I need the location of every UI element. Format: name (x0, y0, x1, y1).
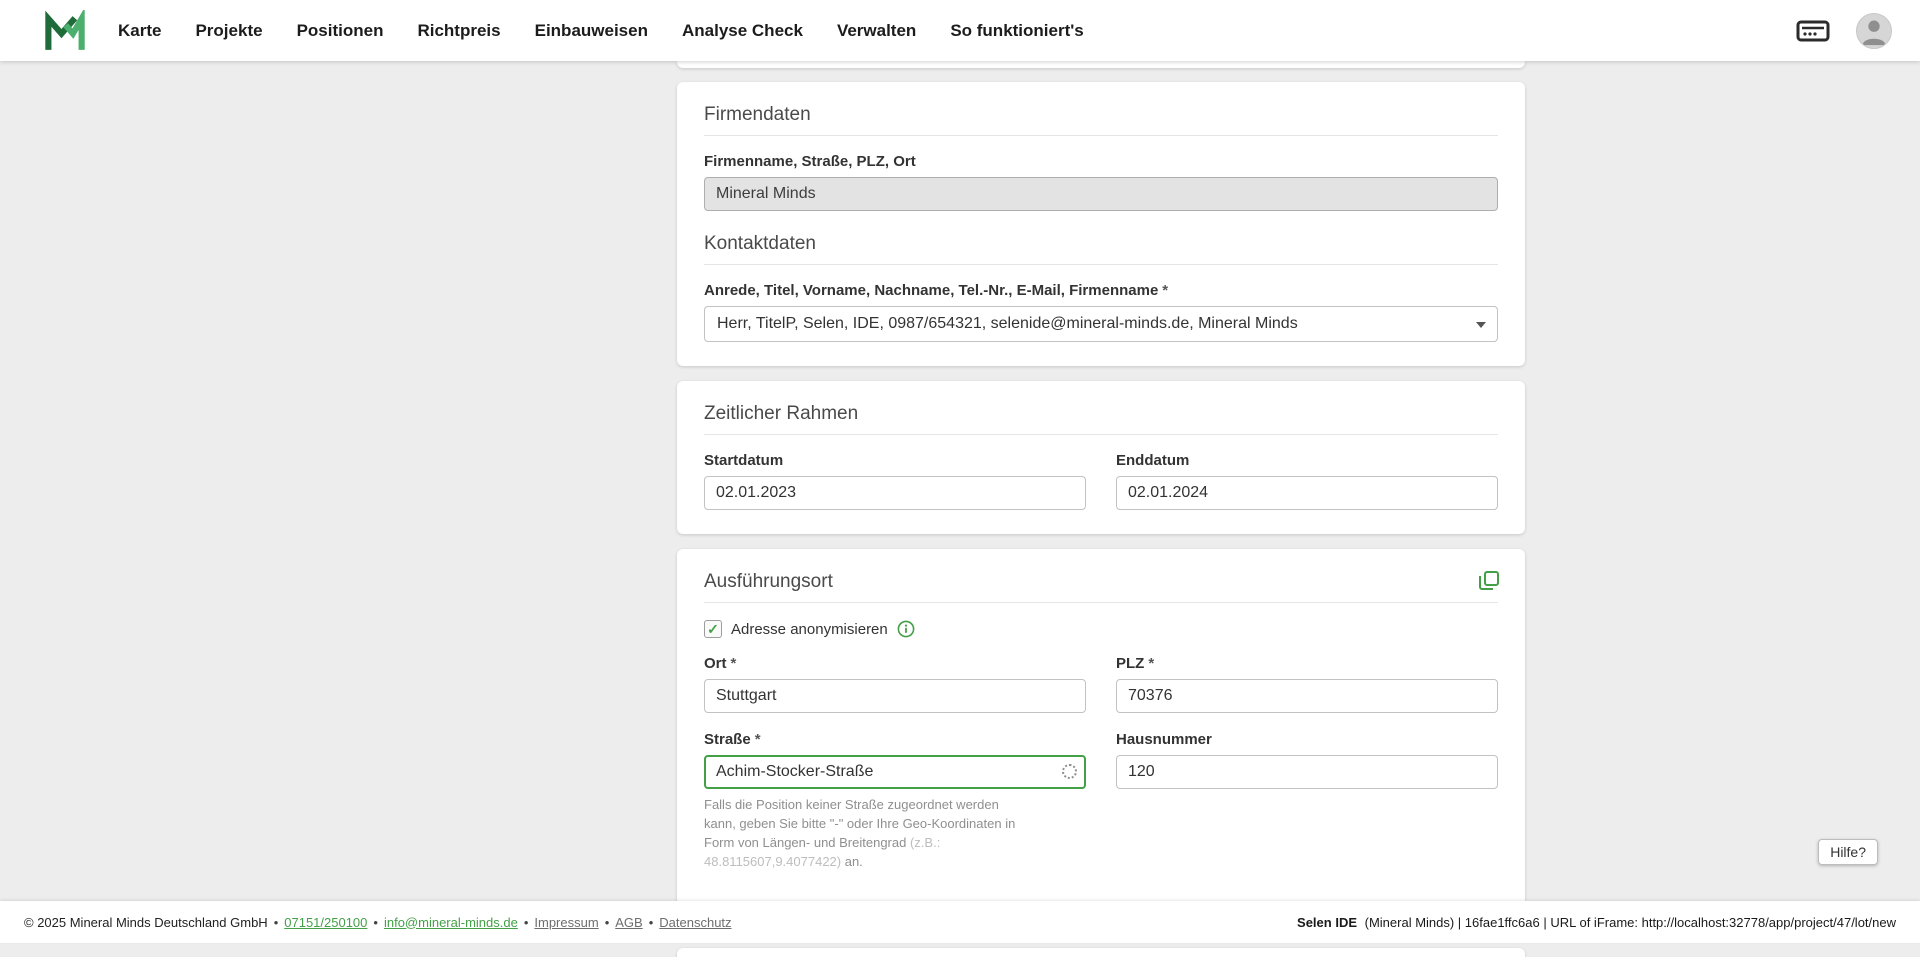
footer-app-name: Selen IDE (1297, 915, 1357, 930)
company-field-label: Firmenname, Straße, PLZ, Ort (704, 153, 1498, 170)
required-asterisk: * (1162, 282, 1168, 299)
terminal-icon[interactable] (1796, 18, 1830, 44)
chevron-down-icon (1476, 322, 1486, 328)
nav-item-positionen[interactable]: Positionen (297, 21, 384, 41)
footer-impressum-link[interactable]: Impressum (534, 915, 598, 930)
footer-left: © 2025 Mineral Minds Deutschland GmbH • … (24, 915, 732, 930)
contact-field-label: Anrede, Titel, Vorname, Nachname, Tel.-N… (704, 282, 1498, 299)
separator-dot: • (373, 915, 378, 930)
previous-card-fragment (677, 61, 1525, 68)
anonymize-checkbox-label: Adresse anonymisieren (731, 621, 888, 638)
footer: © 2025 Mineral Minds Deutschland GmbH • … (0, 901, 1920, 943)
city-label-text: Ort (704, 655, 727, 672)
nav-item-so-funktionierts[interactable]: So funktioniert's (950, 21, 1083, 41)
startdate-field: Startdatum (704, 452, 1086, 510)
footer-phone-link[interactable]: 07151/250100 (284, 915, 367, 930)
top-navigation: Karte Projekte Positionen Richtpreis Ein… (0, 0, 1920, 61)
separator-dot: • (649, 915, 654, 930)
footer-agb-link[interactable]: AGB (615, 915, 642, 930)
required-asterisk: * (731, 655, 737, 672)
street-input-wrap (704, 755, 1086, 789)
city-input[interactable] (704, 679, 1086, 713)
contact-field-label-text: Anrede, Titel, Vorname, Nachname, Tel.-N… (704, 282, 1158, 299)
divider (704, 264, 1498, 265)
separator-dot: • (274, 915, 279, 930)
section-title-ausfuehrungsort: Ausführungsort (704, 571, 1498, 593)
city-label: Ort * (704, 655, 1086, 672)
startdate-label: Startdatum (704, 452, 1086, 469)
section-title-zeitlicher-rahmen: Zeitlicher Rahmen (704, 403, 1498, 425)
person-icon (1857, 13, 1891, 48)
required-asterisk: * (1148, 655, 1154, 672)
company-contact-card: Firmendaten Firmenname, Straße, PLZ, Ort… (677, 82, 1525, 366)
street-field: Straße * Falls die Position keiner Straß… (704, 731, 1086, 885)
help-button[interactable]: Hilfe? (1818, 839, 1878, 865)
nav-right-controls (1796, 13, 1892, 49)
nav-item-karte[interactable]: Karte (118, 21, 161, 41)
startdate-label-text: Startdatum (704, 452, 783, 469)
mineral-minds-logo[interactable] (44, 10, 86, 52)
zip-input[interactable] (1116, 679, 1498, 713)
housenumber-input[interactable] (1116, 755, 1498, 789)
enddate-field: Enddatum (1116, 452, 1498, 510)
street-label-text: Straße (704, 731, 751, 748)
footer-datenschutz-link[interactable]: Datenschutz (659, 915, 731, 930)
housenumber-label-text: Hausnummer (1116, 731, 1212, 748)
footer-debug-info: Selen IDE (Mineral Minds) | 16fae1ffc6a6… (1297, 915, 1896, 930)
housenumber-label: Hausnummer (1116, 731, 1498, 748)
divider (704, 434, 1498, 435)
nav-item-analyse-check[interactable]: Analyse Check (682, 21, 803, 41)
street-hint-text: Falls die Position keiner Straße zugeord… (704, 797, 1015, 850)
startdate-input[interactable] (704, 476, 1086, 510)
company-field-label-text: Firmenname, Straße, PLZ, Ort (704, 153, 916, 170)
section-title-kontaktdaten: Kontaktdaten (704, 233, 1498, 255)
city-field: Ort * (704, 655, 1086, 713)
user-avatar[interactable] (1856, 13, 1892, 49)
anonymize-address-row: ✓ Adresse anonymisieren (704, 620, 1498, 638)
nav-item-einbauweisen[interactable]: Einbauweisen (535, 21, 648, 41)
main-menu: Karte Projekte Positionen Richtpreis Ein… (118, 21, 1084, 41)
form-content-column: Firmendaten Firmenname, Straße, PLZ, Ort… (677, 61, 1525, 957)
separator-dot: • (605, 915, 610, 930)
contact-select-value: Herr, TitelP, Selen, IDE, 0987/654321, s… (717, 315, 1298, 333)
enddate-label: Enddatum (1116, 452, 1498, 469)
divider (704, 602, 1498, 603)
info-icon[interactable] (897, 620, 915, 638)
housenumber-field: Hausnummer (1116, 731, 1498, 789)
zip-label: PLZ * (1116, 655, 1498, 672)
check-icon: ✓ (707, 622, 719, 636)
anonymize-checkbox[interactable]: ✓ (704, 620, 722, 638)
section-title-firmendaten: Firmendaten (704, 104, 1498, 126)
copy-icon[interactable] (1477, 569, 1501, 593)
divider (704, 135, 1498, 136)
timeframe-card: Zeitlicher Rahmen Startdatum Enddatum (677, 381, 1525, 534)
street-label: Straße * (704, 731, 1086, 748)
nav-item-verwalten[interactable]: Verwalten (837, 21, 916, 41)
enddate-input[interactable] (1116, 476, 1498, 510)
nav-item-projekte[interactable]: Projekte (195, 21, 262, 41)
loading-spinner-icon (1062, 764, 1077, 779)
footer-debug-text: (Mineral Minds) | 16fae1ffc6a6 | URL of … (1365, 915, 1896, 930)
footer-email-link[interactable]: info@mineral-minds.de (384, 915, 518, 930)
street-input[interactable] (704, 755, 1086, 789)
nav-item-richtpreis[interactable]: Richtpreis (417, 21, 500, 41)
next-card-fragment (677, 948, 1525, 957)
contact-select[interactable]: Herr, TitelP, Selen, IDE, 0987/654321, s… (704, 306, 1498, 342)
street-hint-suffix: an. (841, 854, 863, 869)
company-input (704, 177, 1498, 211)
location-card: Ausführungsort ✓ Adresse anonymisieren O… (677, 549, 1525, 909)
zip-label-text: PLZ (1116, 655, 1144, 672)
separator-dot: • (524, 915, 529, 930)
zip-field: PLZ * (1116, 655, 1498, 713)
street-hint: Falls die Position keiner Straße zugeord… (704, 796, 1034, 872)
copyright-text: © 2025 Mineral Minds Deutschland GmbH (24, 915, 268, 930)
required-asterisk: * (755, 731, 761, 748)
enddate-label-text: Enddatum (1116, 452, 1189, 469)
